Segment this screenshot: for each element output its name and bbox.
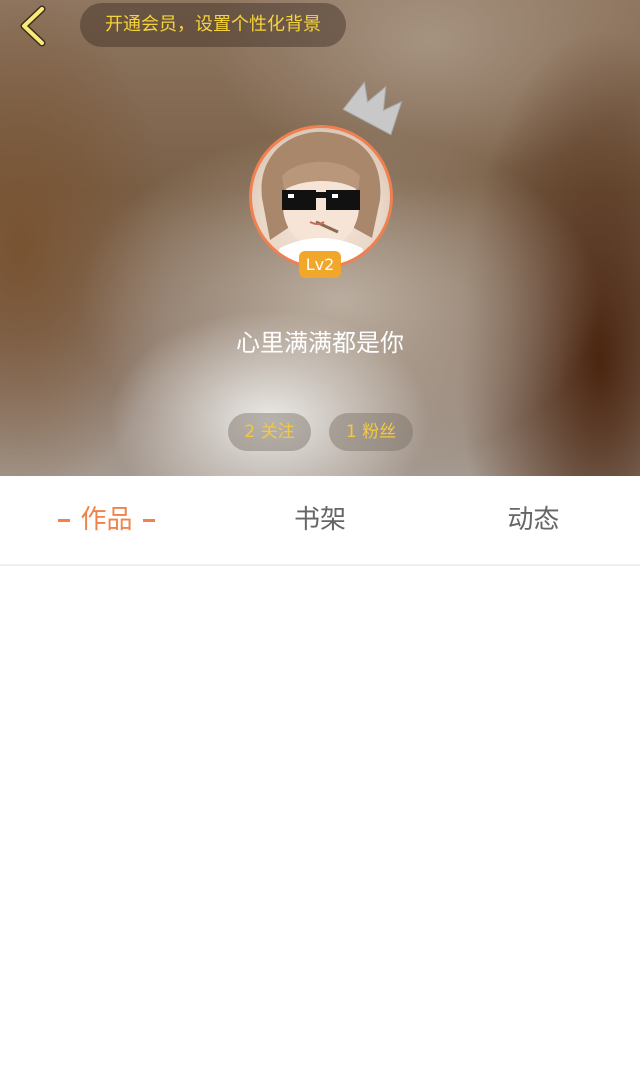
profile-header: 开通会员，设置个性化背景 Lv2 心里满满都是你 2 关注 1 粉丝: [0, 0, 640, 476]
content-area: [0, 566, 640, 1085]
user-nickname: 心里满满都是你: [236, 329, 404, 357]
crown-icon: [342, 80, 403, 136]
level-badge: Lv2: [299, 251, 341, 278]
avatar[interactable]: [249, 125, 393, 269]
following-count[interactable]: 2 关注: [228, 413, 311, 451]
tab-activity[interactable]: 动态: [427, 476, 640, 564]
tab-active-left-dash: [58, 519, 71, 522]
back-button[interactable]: [14, 4, 54, 48]
tab-works-label: 作品: [80, 505, 133, 535]
vip-background-banner[interactable]: 开通会员，设置个性化背景: [80, 3, 346, 47]
tab-bookshelf[interactable]: 书架: [213, 476, 427, 564]
followers-count[interactable]: 1 粉丝: [329, 413, 413, 451]
tab-works[interactable]: 作品: [0, 476, 213, 564]
chevron-left-icon: [20, 5, 46, 47]
profile-tabs: 作品 书架 动态: [0, 476, 640, 566]
tab-active-right-dash: [142, 519, 155, 522]
avatar-image: [261, 131, 381, 266]
